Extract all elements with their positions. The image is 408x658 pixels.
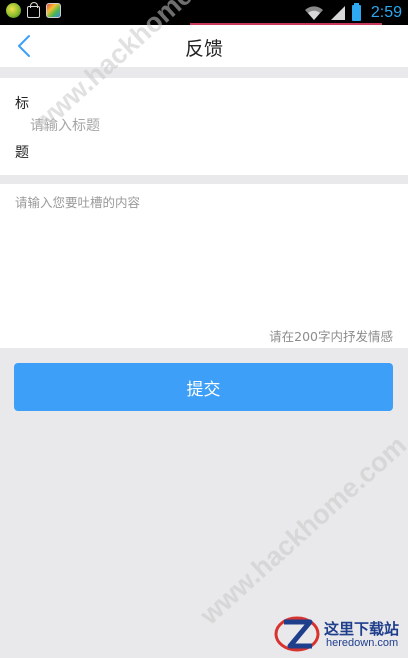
status-left-icons — [6, 2, 61, 18]
title-label-line1: 标 — [15, 96, 29, 112]
app-icon — [6, 3, 21, 18]
status-time: 2:59 — [370, 4, 402, 21]
content-area: 请在200字内抒发情感 — [0, 184, 408, 348]
title-input[interactable] — [30, 114, 390, 138]
signal-icon — [330, 5, 346, 21]
char-limit-hint: 请在200字内抒发情感 — [269, 329, 393, 344]
colorful-app-icon — [46, 3, 61, 18]
battery-icon — [351, 3, 361, 21]
title-label-line2: 题 — [15, 145, 29, 161]
watermark-logo: 这里下载站 heredown.com — [274, 612, 408, 654]
logo-sub-text: heredown.com — [326, 637, 399, 649]
status-right-icons: 2:59 — [304, 2, 402, 23]
logo-mark-icon — [274, 614, 320, 658]
submit-button[interactable]: 提交 — [14, 363, 393, 411]
status-bar: 2:59 — [0, 0, 408, 25]
nav-bar: 反馈 — [0, 25, 408, 67]
shopping-bag-icon — [27, 2, 40, 18]
content-textarea[interactable] — [15, 192, 393, 312]
wifi-icon — [304, 5, 324, 21]
watermark-text-bottom: www.hackhome.com — [194, 429, 408, 631]
logo-main-text: 这里下载站 — [324, 620, 400, 638]
title-row: 标 题 — [0, 78, 408, 175]
page-title: 反馈 — [184, 38, 223, 60]
